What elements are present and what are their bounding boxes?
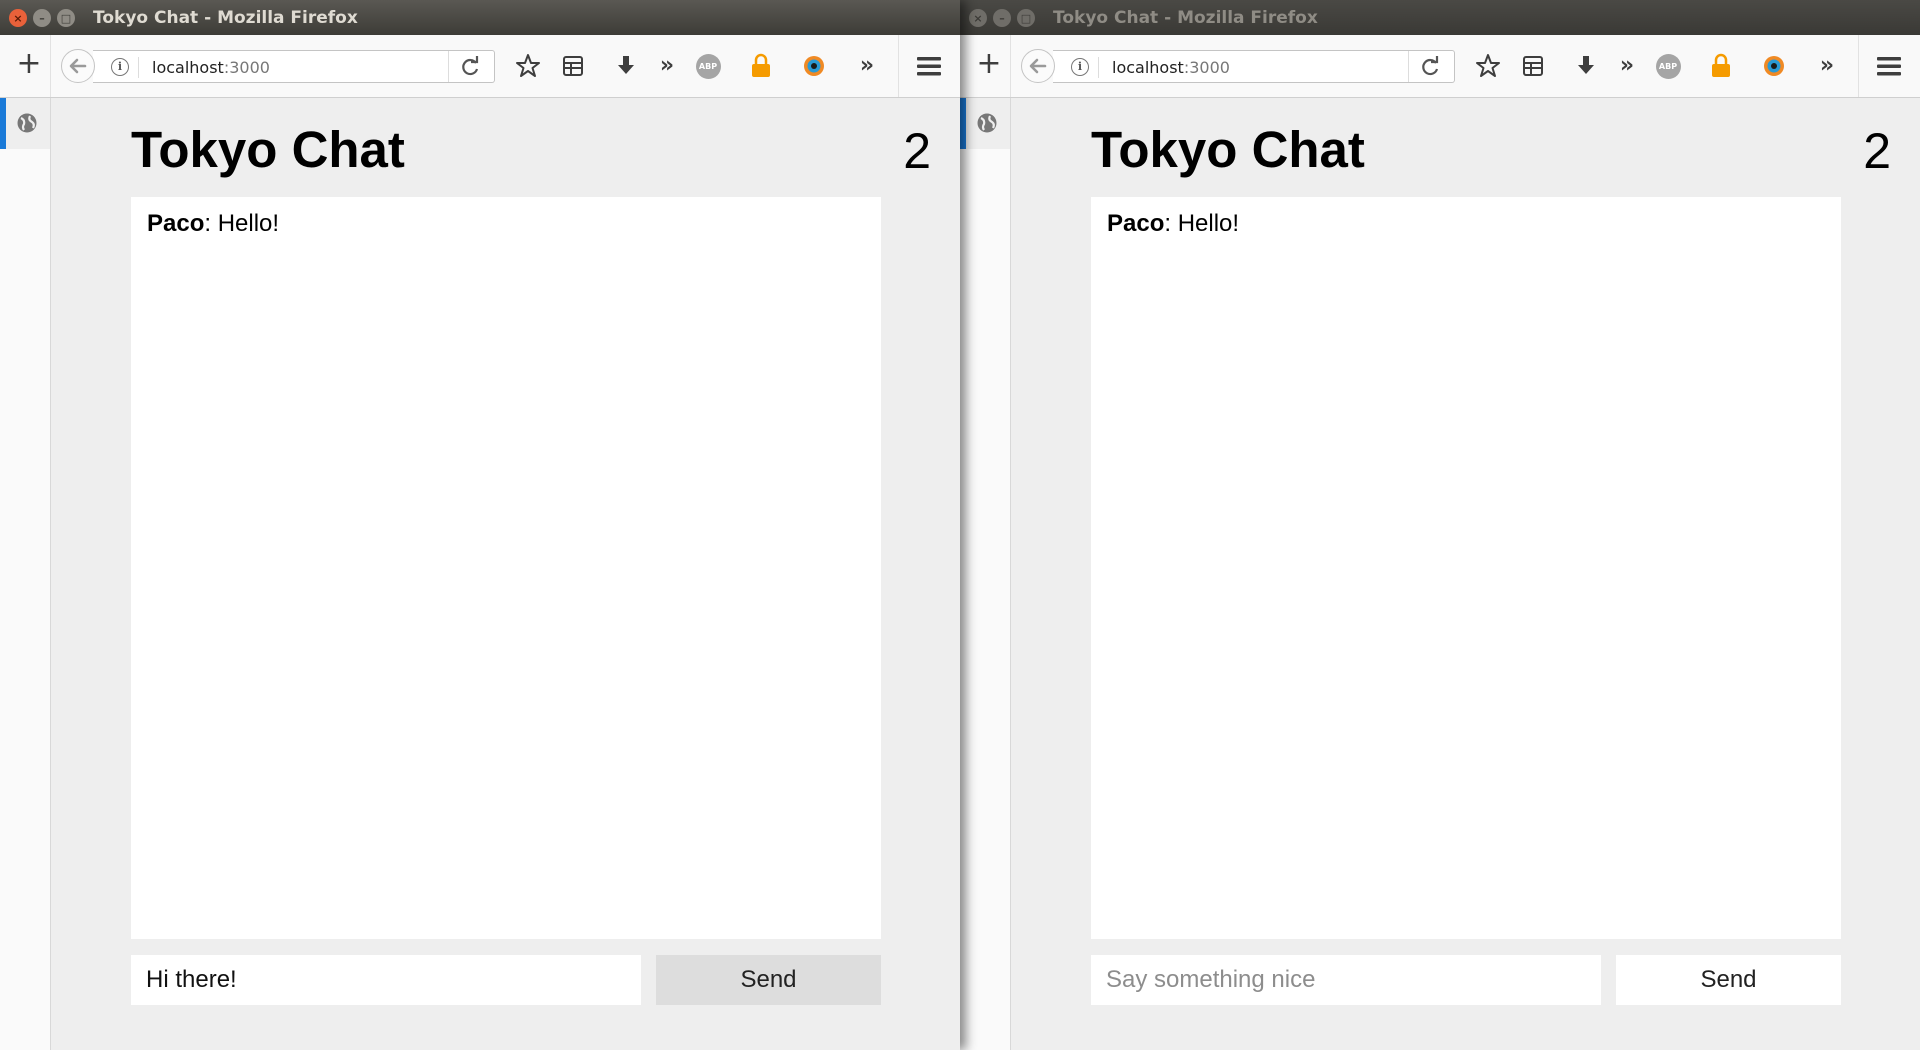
window-title: Tokyo Chat - Mozilla Firefox xyxy=(93,8,358,28)
url-bar[interactable]: i localhost:3000 xyxy=(93,50,495,83)
info-icon[interactable]: i xyxy=(1071,58,1089,76)
maximize-window-icon[interactable]: □ xyxy=(57,9,75,27)
back-arrow-icon xyxy=(1029,58,1047,74)
chat-message: Paco: Hello! xyxy=(1107,210,1825,238)
message-input[interactable] xyxy=(1091,955,1601,1005)
adblock-badge: ABP xyxy=(695,53,721,79)
message-list: Paco: Hello! xyxy=(131,197,881,939)
sidebar-tab[interactable] xyxy=(0,98,50,149)
chat-app: Tokyo Chat 2 Paco: Hello! Send xyxy=(1011,98,1920,1050)
overflow-chevron-icon[interactable]: » xyxy=(652,51,682,81)
title-bar: × – □ Tokyo Chat - Mozilla Firefox xyxy=(960,0,1920,35)
window-title: Tokyo Chat - Mozilla Firefox xyxy=(1053,8,1318,28)
url-divider xyxy=(448,51,449,82)
url-bar[interactable]: i localhost:3000 xyxy=(1053,50,1455,83)
url-divider xyxy=(1408,51,1409,82)
url-port: :3000 xyxy=(1183,58,1230,77)
url-divider xyxy=(138,57,139,78)
adblock-badge: ABP xyxy=(1655,53,1681,79)
chat-message: Paco: Hello! xyxy=(147,210,865,238)
reload-icon[interactable] xyxy=(1417,54,1443,80)
bookmark-star-icon[interactable] xyxy=(1473,51,1503,81)
more-tools-chevron-icon[interactable]: » xyxy=(852,51,882,81)
toolbar-divider xyxy=(1010,35,1011,97)
url-text[interactable]: localhost:3000 xyxy=(152,58,270,77)
message-text: Hello! xyxy=(1171,210,1240,237)
user-count: 2 xyxy=(903,123,931,179)
chat-app: Tokyo Chat 2 Paco: Hello! Send xyxy=(51,98,960,1050)
adblock-icon[interactable]: ABP xyxy=(693,51,723,81)
globe-icon xyxy=(977,113,997,133)
firefox-window-left: × – □ Tokyo Chat - Mozilla Firefox + i l… xyxy=(0,0,960,1050)
message-list: Paco: Hello! xyxy=(1091,197,1841,939)
url-port: :3000 xyxy=(223,58,270,77)
bookmark-star-icon[interactable] xyxy=(513,51,543,81)
new-tab-button[interactable]: + xyxy=(14,49,44,79)
tab-sidebar xyxy=(960,98,1011,1050)
sidebar-tab[interactable] xyxy=(960,98,1010,149)
back-arrow-icon xyxy=(69,58,87,74)
close-window-icon[interactable]: × xyxy=(9,9,27,27)
toolbar-divider xyxy=(50,35,51,97)
lock-icon[interactable] xyxy=(746,51,776,81)
app-title: Tokyo Chat xyxy=(131,121,405,178)
toolbar-divider xyxy=(1858,35,1859,97)
download-icon[interactable] xyxy=(611,51,641,81)
globe-icon xyxy=(17,113,37,133)
active-tab-indicator xyxy=(0,98,6,149)
hamburger-menu-icon[interactable] xyxy=(1874,51,1904,81)
message-author: Paco xyxy=(1107,210,1165,237)
send-button[interactable]: Send xyxy=(656,955,881,1005)
url-host: localhost xyxy=(1112,58,1184,77)
eye-extension-icon[interactable] xyxy=(1759,51,1789,81)
app-title: Tokyo Chat xyxy=(1091,121,1365,178)
reading-list-icon[interactable] xyxy=(558,51,588,81)
active-tab-indicator xyxy=(960,98,966,149)
message-text: Hello! xyxy=(211,210,280,237)
firefox-window-right: × – □ Tokyo Chat - Mozilla Firefox + i l… xyxy=(960,0,1920,1050)
toolbar-divider xyxy=(898,35,899,97)
hamburger-menu-icon[interactable] xyxy=(914,51,944,81)
download-icon[interactable] xyxy=(1571,51,1601,81)
user-count: 2 xyxy=(1863,123,1891,179)
url-host: localhost xyxy=(152,58,224,77)
more-tools-chevron-icon[interactable]: » xyxy=(1812,51,1842,81)
adblock-icon[interactable]: ABP xyxy=(1653,51,1683,81)
url-divider xyxy=(1098,57,1099,78)
browser-toolbar: + i localhost:3000 » ABP » xyxy=(960,35,1920,98)
reload-icon[interactable] xyxy=(457,54,483,80)
minimize-window-icon[interactable]: – xyxy=(993,9,1011,27)
send-button[interactable]: Send xyxy=(1616,955,1841,1005)
overflow-chevron-icon[interactable]: » xyxy=(1612,51,1642,81)
back-button[interactable] xyxy=(61,49,95,83)
reading-list-icon[interactable] xyxy=(1518,51,1548,81)
info-icon[interactable]: i xyxy=(111,58,129,76)
close-window-icon[interactable]: × xyxy=(969,9,987,27)
title-bar: × – □ Tokyo Chat - Mozilla Firefox xyxy=(0,0,960,35)
tab-sidebar xyxy=(0,98,51,1050)
back-button[interactable] xyxy=(1021,49,1055,83)
new-tab-button[interactable]: + xyxy=(974,49,1004,79)
message-input[interactable] xyxy=(131,955,641,1005)
maximize-window-icon[interactable]: □ xyxy=(1017,9,1035,27)
lock-icon[interactable] xyxy=(1706,51,1736,81)
browser-toolbar: + i localhost:3000 » ABP » xyxy=(0,35,960,98)
eye-extension-icon[interactable] xyxy=(799,51,829,81)
minimize-window-icon[interactable]: – xyxy=(33,9,51,27)
url-text[interactable]: localhost:3000 xyxy=(1112,58,1230,77)
message-author: Paco xyxy=(147,210,205,237)
